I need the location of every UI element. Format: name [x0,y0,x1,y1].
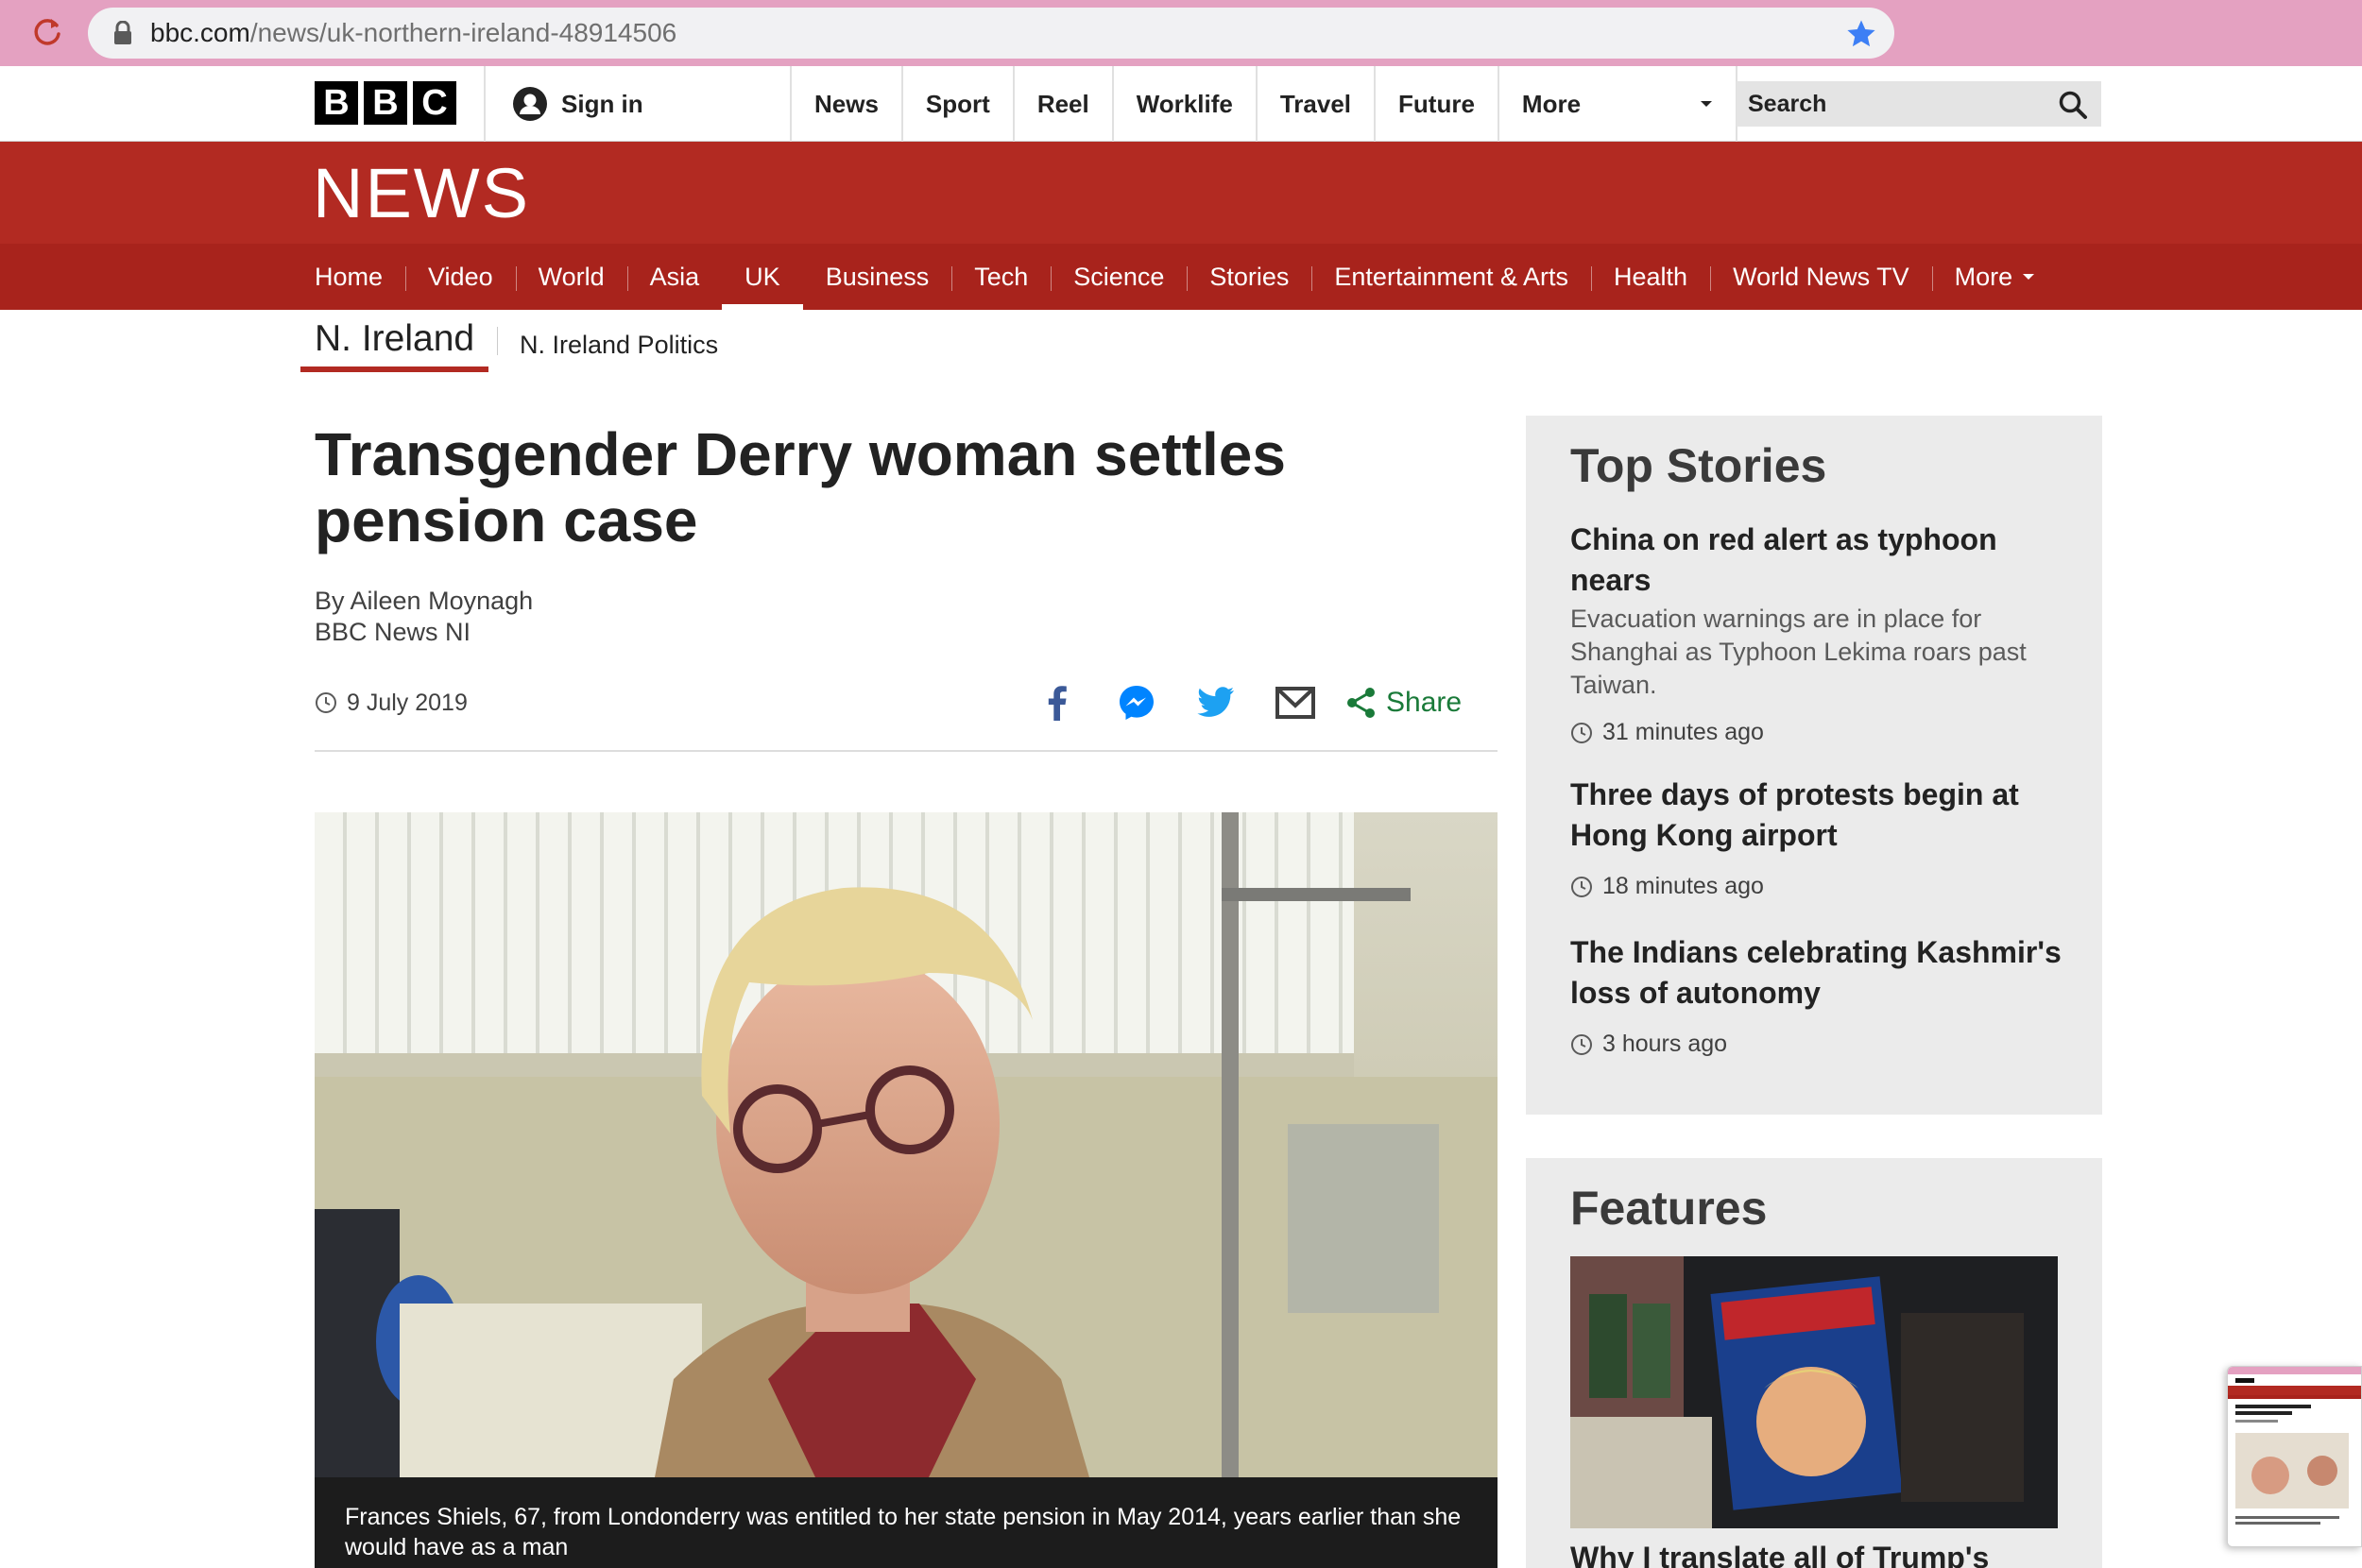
feature-headline[interactable]: Why I translate all of Trump's [1570,1538,2062,1568]
top-story-timestamp: 31 minutes ago [1570,719,2062,746]
search-icon[interactable] [2058,90,2088,120]
global-nav-travel[interactable]: Travel [1255,66,1374,142]
share-tools: Share [1035,680,1462,725]
share-icon [1347,688,1375,718]
top-stories-heading: Top Stories [1570,439,1827,492]
section-nav-uk[interactable]: UK [722,244,803,310]
sign-in-button[interactable]: Sign in [512,85,643,123]
global-nav-more-button[interactable]: More [1497,66,1737,142]
search-box [1737,81,2101,127]
screenshot-preview-image [2228,1367,2361,1546]
reload-icon[interactable] [30,15,64,49]
chevron-down-icon [2023,274,2035,280]
subnav-divider [497,327,498,355]
global-nav-more-label: More [1521,89,1582,118]
clock-icon [1571,876,1592,897]
top-story-headline[interactable]: Three days of protests begin at Hong Kon… [1570,775,2062,856]
share-label: Share [1386,687,1463,718]
feature-image[interactable] [1570,1256,2058,1528]
top-story-item[interactable]: The Indians celebrating Kashmir's loss o… [1570,932,2062,1058]
bbc-masthead: B B C Sign in News Sport Reel Worklife T… [0,66,2362,142]
top-story-summary: Evacuation warnings are in place for Sha… [1570,605,2027,699]
news-banner: NEWS [0,142,2362,244]
address-bar[interactable]: bbc.com/news/uk-northern-ireland-4891450… [88,8,1894,59]
section-nav-more-button[interactable]: More [1931,244,2059,310]
article-date-text: 9 July 2019 [347,689,468,716]
bookmark-star-icon[interactable] [1845,18,1877,50]
top-stories-panel: Top Stories China on red alert as typhoo… [1526,416,2102,1115]
bbc-logo-letter: B [364,81,407,125]
section-nav-home[interactable]: Home [315,244,405,310]
section-nav-asia[interactable]: Asia [626,244,723,310]
bbc-logo-letter: C [413,81,456,125]
features-panel: Features Why I translate all of Trump's [1526,1158,2102,1568]
features-heading: Features [1570,1182,1768,1235]
subnav-n-ireland-politics[interactable]: N. Ireland Politics [520,331,718,360]
top-story-item[interactable]: China on red alert as typhoon nears Evac… [1570,520,2062,746]
section-nav-list: Home Video World Asia UK Business Tech S… [315,244,2058,310]
top-story-headline[interactable]: The Indians celebrating Kashmir's loss o… [1570,932,2062,1014]
top-story-headline[interactable]: China on red alert as typhoon nears [1570,520,2062,601]
url-text: bbc.com/news/uk-northern-ireland-4891450… [150,19,676,47]
sign-in-label: Sign in [561,89,643,118]
global-nav-news[interactable]: News [790,66,901,142]
section-nav-world-news-tv[interactable]: World News TV [1710,244,1932,310]
top-story-timestamp: 3 hours ago [1570,1031,2062,1058]
lock-icon [114,21,131,44]
section-nav-video[interactable]: Video [405,244,516,310]
clock-icon [1571,1033,1592,1055]
twitter-icon[interactable] [1193,680,1239,725]
global-nav-worklife[interactable]: Worklife [1111,66,1256,142]
news-section-nav: Home Video World Asia UK Business Tech S… [0,244,2362,310]
bbc-logo[interactable]: B B C [315,81,456,125]
article-hero-image [315,812,1498,1477]
article-divider [315,750,1498,752]
article-date: 9 July 2019 [315,689,468,717]
article-hero-figure: Frances Shiels, 67, from Londonderry was… [315,812,1498,1568]
section-nav-science[interactable]: Science [1051,244,1187,310]
top-story-item[interactable]: Three days of protests begin at Hong Kon… [1570,775,2062,900]
byline-author: By Aileen Moynagh [315,587,534,615]
messenger-icon[interactable] [1114,680,1159,725]
section-nav-health[interactable]: Health [1591,244,1710,310]
section-nav-more-label: More [1954,262,2013,291]
url-path: /news/uk-northern-ireland-48914506 [249,18,677,47]
section-nav-world[interactable]: World [515,244,627,310]
section-nav-stories[interactable]: Stories [1187,244,1311,310]
subnav-n-ireland[interactable]: N. Ireland [300,315,489,372]
article-byline: By Aileen Moynagh BBC News NI [315,586,533,648]
facebook-icon[interactable] [1035,680,1080,725]
section-nav-entertainment-arts[interactable]: Entertainment & Arts [1311,244,1591,310]
global-nav-sport[interactable]: Sport [900,66,1013,142]
article-image-caption: Frances Shiels, 67, from Londonderry was… [315,1477,1498,1568]
bbc-logo-letter: B [315,81,358,125]
byline-outlet: BBC News NI [315,618,471,646]
global-nav-future[interactable]: Future [1374,66,1498,142]
masthead-divider [484,66,486,142]
email-icon[interactable] [1273,680,1318,725]
share-button[interactable]: Share [1346,687,1462,719]
screenshot-thumbnail[interactable] [2227,1366,2362,1547]
bbc-global-nav: News Sport Reel Worklife Travel Future M… [790,66,1737,142]
user-account-icon [513,87,547,121]
top-story-time-text: 31 minutes ago [1602,719,1764,745]
article-title: Transgender Derry woman settles pension … [315,420,1286,554]
section-nav-business[interactable]: Business [803,244,952,310]
news-wordmark[interactable]: NEWS [313,159,530,229]
browser-toolbar: bbc.com/news/uk-northern-ireland-4891450… [0,0,2362,66]
search-input[interactable] [1737,81,2048,127]
top-story-time-text: 18 minutes ago [1602,873,1764,899]
top-story-timestamp: 18 minutes ago [1570,873,2062,900]
clock-icon [316,692,336,713]
clock-icon [1571,722,1592,743]
section-nav-tech[interactable]: Tech [951,244,1051,310]
chevron-down-icon [1700,101,1712,107]
top-story-time-text: 3 hours ago [1602,1031,1728,1057]
global-nav-reel[interactable]: Reel [1012,66,1112,142]
url-host: bbc.com [150,18,250,47]
